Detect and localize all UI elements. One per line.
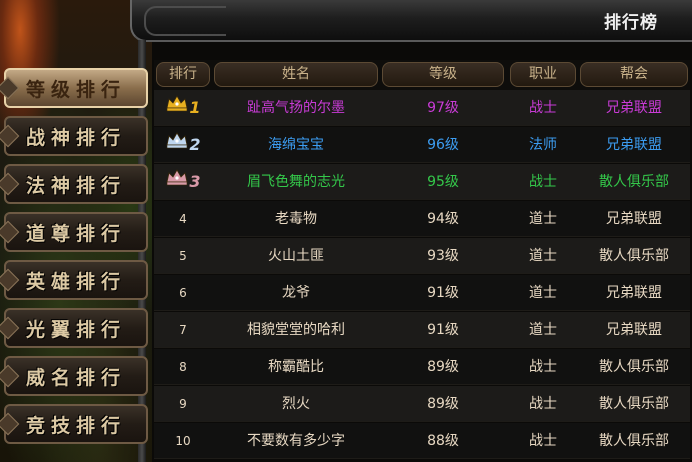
job-cell: 道士 bbox=[529, 211, 557, 227]
silver-crown-icon bbox=[165, 127, 189, 163]
level-cell: 89级 bbox=[427, 396, 459, 412]
nav-arena-ranking[interactable]: 竞技排行 bbox=[4, 404, 148, 444]
table-row[interactable]: 6 龙爷 91级 道士 兄弟联盟 bbox=[154, 275, 690, 311]
rank-cell: 4 bbox=[179, 212, 187, 226]
nav-taoist-ranking[interactable]: 道尊排行 bbox=[4, 212, 148, 252]
name-cell: 不要数有多少字 bbox=[247, 433, 345, 449]
guild-cell: 兄弟联盟 bbox=[606, 100, 662, 116]
level-cell: 91级 bbox=[427, 285, 459, 301]
nav-hero-ranking[interactable]: 英雄排行 bbox=[4, 260, 148, 300]
nav-wing-ranking[interactable]: 光翼排行 bbox=[4, 308, 148, 348]
job-cell: 战士 bbox=[529, 359, 557, 375]
table-row[interactable]: 2 海绵宝宝 96级 法师 兄弟联盟 bbox=[154, 127, 690, 163]
guild-cell: 兄弟联盟 bbox=[606, 285, 662, 301]
table-row[interactable]: 8 称霸酷比 89级 战士 散人俱乐部 bbox=[154, 349, 690, 385]
rank-cell: 6 bbox=[179, 286, 187, 300]
level-cell: 96级 bbox=[427, 137, 459, 153]
rank-cell: 10 bbox=[175, 434, 191, 448]
ranking-table: 排行 姓名 等级 职业 帮会 1 趾高气扬的尔墨 97级 战士 兄弟联盟 2 海绵宝宝 96级… bbox=[154, 60, 690, 462]
name-cell: 眉飞色舞的志光 bbox=[247, 174, 345, 190]
table-row[interactable]: 9 烈火 89级 战士 散人俱乐部 bbox=[154, 386, 690, 422]
nav-warrior-ranking[interactable]: 战神排行 bbox=[4, 116, 148, 156]
rank-cell: 5 bbox=[179, 249, 187, 263]
job-cell: 法师 bbox=[529, 137, 557, 153]
level-cell: 97级 bbox=[427, 100, 459, 116]
rank-cell: 7 bbox=[179, 323, 187, 337]
name-cell: 海绵宝宝 bbox=[268, 137, 324, 153]
col-job: 职业 bbox=[510, 62, 576, 87]
level-cell: 95级 bbox=[427, 174, 459, 190]
guild-cell: 散人俱乐部 bbox=[599, 396, 669, 412]
table-row[interactable]: 5 火山土匪 93级 道士 散人俱乐部 bbox=[154, 238, 690, 274]
col-name: 姓名 bbox=[214, 62, 378, 87]
name-cell: 火山土匪 bbox=[268, 248, 324, 264]
level-cell: 93级 bbox=[427, 248, 459, 264]
level-cell: 89级 bbox=[427, 359, 459, 375]
job-cell: 道士 bbox=[529, 285, 557, 301]
nav-fame-ranking[interactable]: 威名排行 bbox=[4, 356, 148, 396]
guild-cell: 散人俱乐部 bbox=[599, 248, 669, 264]
job-cell: 道士 bbox=[529, 248, 557, 264]
rank-cell: 2 bbox=[156, 127, 210, 163]
nav-mage-ranking[interactable]: 法神排行 bbox=[4, 164, 148, 204]
table-row[interactable]: 3 眉飞色舞的志光 95级 战士 散人俱乐部 bbox=[154, 164, 690, 200]
level-cell: 88级 bbox=[427, 433, 459, 449]
table-row[interactable]: 4 老毒物 94级 道士 兄弟联盟 bbox=[154, 201, 690, 237]
rank-cell: 1 bbox=[156, 90, 210, 126]
name-cell: 龙爷 bbox=[282, 285, 310, 301]
job-cell: 战士 bbox=[529, 174, 557, 190]
gold-crown-icon bbox=[165, 90, 189, 126]
guild-cell: 兄弟联盟 bbox=[606, 322, 662, 338]
rank-number: 3 bbox=[189, 172, 201, 191]
name-cell: 称霸酷比 bbox=[268, 359, 324, 375]
col-guild: 帮会 bbox=[580, 62, 688, 87]
job-cell: 道士 bbox=[529, 322, 557, 338]
guild-cell: 兄弟联盟 bbox=[606, 137, 662, 153]
level-cell: 91级 bbox=[427, 322, 459, 338]
rank-cell: 3 bbox=[156, 164, 210, 200]
rank-number: 1 bbox=[189, 98, 201, 117]
table-row[interactable]: 1 趾高气扬的尔墨 97级 战士 兄弟联盟 bbox=[154, 90, 690, 126]
guild-cell: 散人俱乐部 bbox=[599, 174, 669, 190]
job-cell: 战士 bbox=[529, 396, 557, 412]
bronze-crown-icon bbox=[165, 164, 189, 200]
rank-cell: 9 bbox=[179, 397, 187, 411]
name-cell: 相貌堂堂的哈利 bbox=[247, 322, 345, 338]
name-cell: 趾高气扬的尔墨 bbox=[247, 100, 345, 116]
rank-number: 2 bbox=[189, 135, 201, 154]
table-row[interactable]: 10 不要数有多少字 88级 战士 散人俱乐部 bbox=[154, 423, 690, 459]
level-cell: 94级 bbox=[427, 211, 459, 227]
rank-cell: 8 bbox=[179, 360, 187, 374]
page-title: 排行榜 bbox=[604, 13, 658, 33]
name-cell: 老毒物 bbox=[275, 211, 317, 227]
col-rank: 排行 bbox=[156, 62, 210, 87]
guild-cell: 兄弟联盟 bbox=[606, 211, 662, 227]
name-cell: 烈火 bbox=[282, 396, 310, 412]
table-row[interactable]: 7 相貌堂堂的哈利 91级 道士 兄弟联盟 bbox=[154, 312, 690, 348]
job-cell: 战士 bbox=[529, 100, 557, 116]
header-bar: 排行榜 bbox=[130, 0, 692, 42]
table-header: 排行 姓名 等级 职业 帮会 bbox=[154, 60, 690, 90]
guild-cell: 散人俱乐部 bbox=[599, 433, 669, 449]
guild-cell: 散人俱乐部 bbox=[599, 359, 669, 375]
nav-level-ranking[interactable]: 等级排行 bbox=[4, 68, 148, 108]
job-cell: 战士 bbox=[529, 433, 557, 449]
col-level: 等级 bbox=[382, 62, 504, 87]
